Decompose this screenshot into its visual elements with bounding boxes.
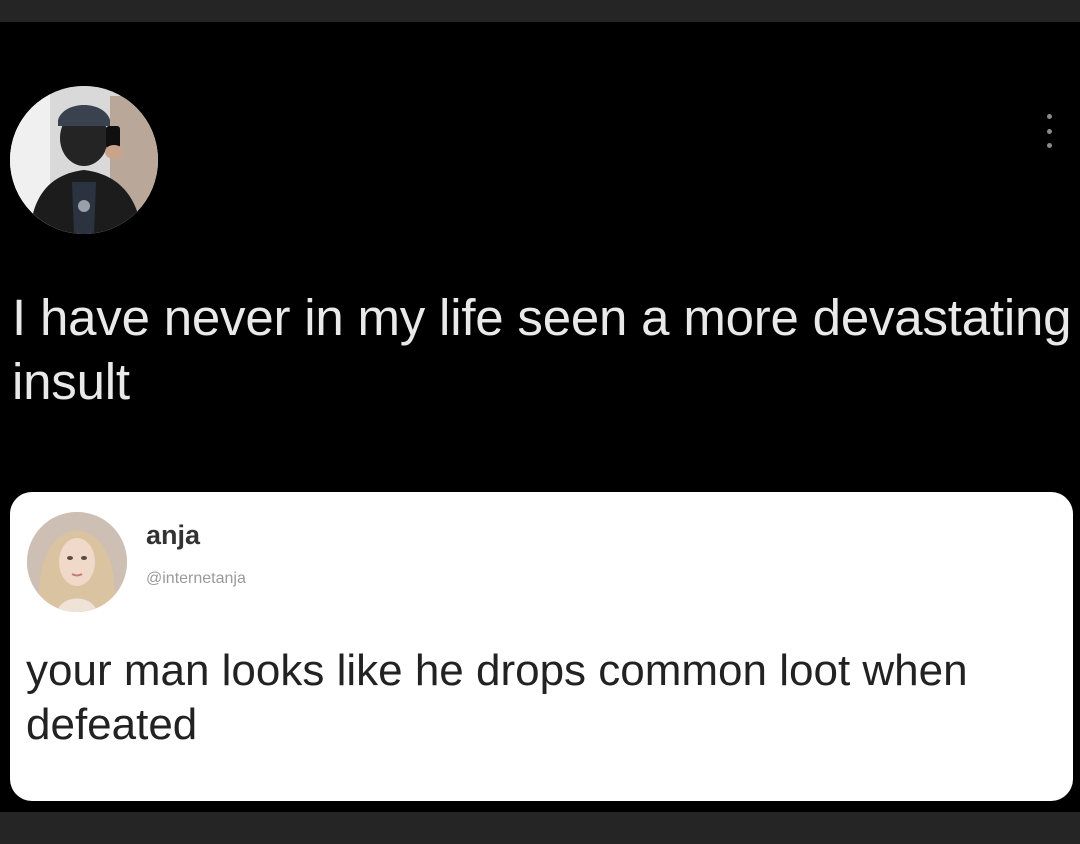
more-options-icon[interactable]	[1042, 114, 1056, 148]
screenshot-frame: I have never in my life seen a more deva…	[0, 0, 1080, 844]
quoted-tweet-text: your man looks like he drops common loot…	[26, 646, 968, 749]
quoted-author-handle[interactable]: @internetanja	[146, 570, 246, 588]
quoted-author-avatar-image	[27, 512, 127, 612]
tweet: I have never in my life seen a more deva…	[0, 22, 1080, 812]
quoted-tweet-card[interactable]: anja @internetanja your man looks like h…	[10, 492, 1073, 801]
author-avatar-image	[10, 86, 158, 234]
quoted-author-name[interactable]: anja	[146, 520, 200, 551]
author-avatar[interactable]	[10, 86, 158, 234]
tweet-text: I have never in my life seen a more deva…	[12, 289, 1072, 410]
quoted-author-avatar[interactable]	[27, 512, 127, 612]
